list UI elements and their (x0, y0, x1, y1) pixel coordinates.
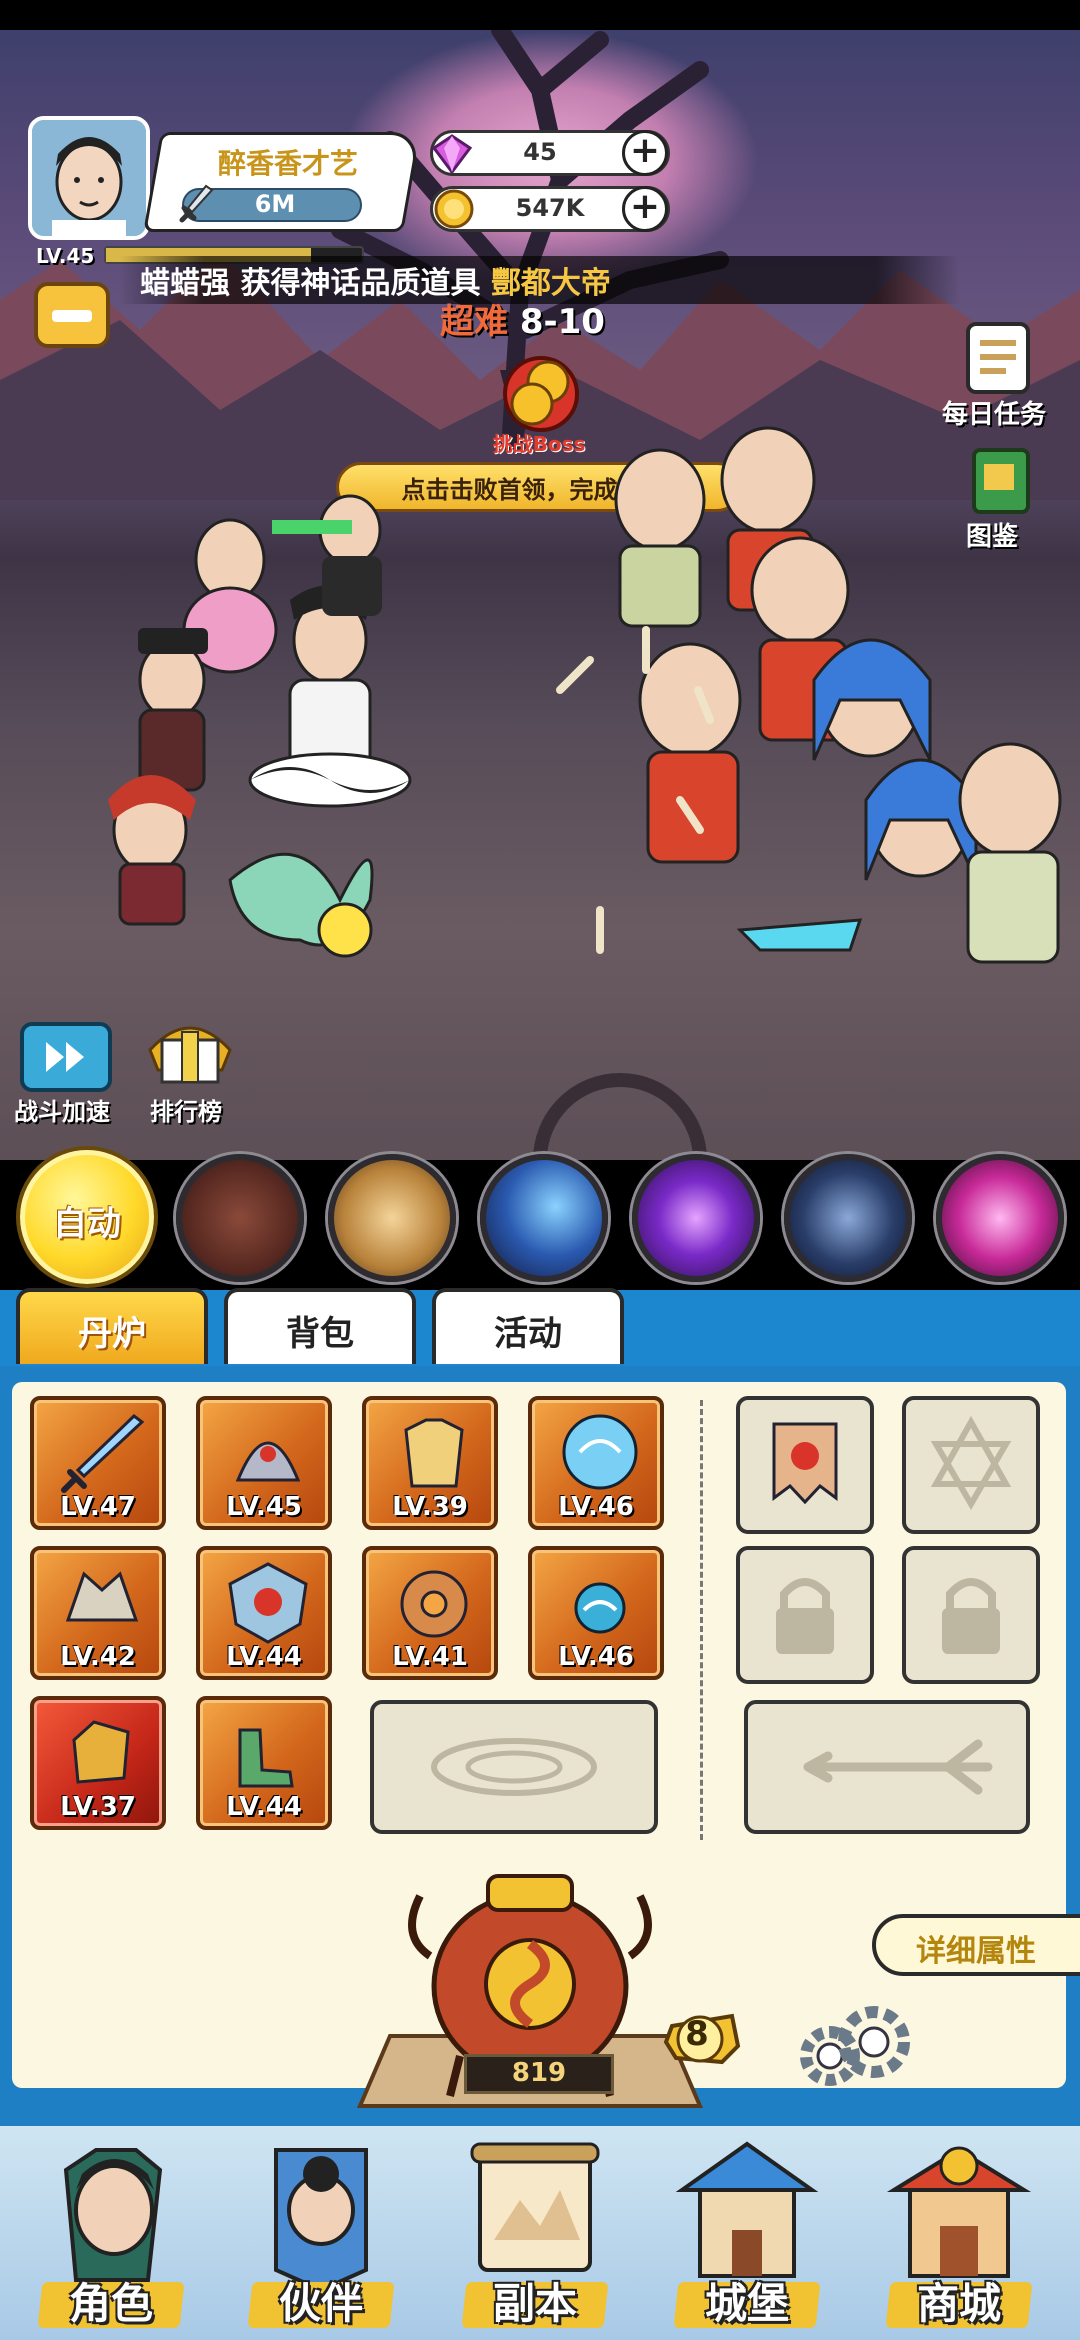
enemy-monks (614, 426, 1062, 964)
nav-partner[interactable]: 伙伴 (226, 2130, 416, 2330)
equip-level: LV.44 (226, 1642, 302, 1672)
game-screen: 醉香香才艺 6M LV.45 45 + 547K + 蜡蜡强 获得神话品质道具 … (0, 0, 1080, 2340)
ally-scholar (138, 628, 208, 792)
tab-furnace-label: 丹炉 (78, 1314, 146, 1354)
nav-dungeon[interactable]: 副本 (440, 2130, 630, 2330)
star-emblem-slot[interactable] (902, 1396, 1040, 1534)
locked-slot[interactable] (736, 1546, 874, 1684)
equip-level: LV.46 (558, 1492, 634, 1522)
battle-speed-label: 战斗加速 (14, 1098, 110, 1126)
blue-comet-skill-icon[interactable] (480, 1154, 608, 1282)
ally-girl (272, 494, 382, 616)
auto-battle-label: 自动 (53, 1204, 121, 1244)
equip-level: LV.45 (226, 1492, 302, 1522)
armor-icon (404, 1418, 464, 1488)
furnace-counter-value: 819 (511, 2058, 567, 2088)
equip-slot-armor[interactable]: LV.39 (362, 1396, 498, 1530)
nav-character[interactable]: 角色 (16, 2130, 206, 2330)
equip-level: LV.44 (226, 1792, 302, 1822)
battle-speed-button[interactable] (20, 1022, 112, 1092)
nav-castle[interactable]: 城堡 (652, 2130, 842, 2330)
equip-slot-water-orb[interactable]: LV.46 (528, 1546, 664, 1680)
equip-level: LV.39 (392, 1492, 468, 1522)
shop-icon (886, 2146, 1032, 2278)
panel-divider (700, 1400, 703, 1840)
leaderboard-label: 排行榜 (150, 1098, 222, 1126)
nav-character-label: 角色 (68, 2279, 153, 2328)
trident-icon (803, 1739, 993, 1795)
fast-forward-icon (46, 1042, 84, 1072)
empty-equipment-slot-ring[interactable] (370, 1700, 658, 1834)
equip-slot-shield[interactable]: LV.44 (196, 1546, 332, 1680)
nav-shop-label: 商城 (916, 2279, 1001, 2328)
equip-slot-gauntlet[interactable]: LV.37 (30, 1696, 166, 1830)
leaderboard-button[interactable] (142, 1010, 238, 1094)
wolf-skill-icon[interactable] (176, 1154, 304, 1282)
nav-dungeon-label: 副本 (492, 2279, 577, 2328)
dungeon-scroll-icon (470, 2142, 600, 2272)
furnace-level: 8 (685, 2014, 709, 2054)
equip-level: LV.37 (60, 1792, 136, 1822)
settings-gear-icon[interactable] (790, 2004, 910, 2094)
detailed-stats-label: 详细属性 (916, 1934, 1036, 1969)
battle-characters (108, 426, 1062, 1160)
equip-level: LV.46 (558, 1642, 634, 1672)
lightning-slab-skill-icon[interactable] (784, 1154, 912, 1282)
equip-slot-jade-ring[interactable]: LV.41 (362, 1546, 498, 1680)
crystal-orb-icon (562, 1414, 638, 1490)
shield-icon (228, 1562, 308, 1644)
weapon-slot-wide[interactable] (744, 1700, 1030, 1834)
equip-level: LV.41 (392, 1642, 468, 1672)
locked-slot[interactable] (902, 1546, 1040, 1684)
hexagram-icon (930, 1415, 1012, 1510)
boots-icon (238, 1728, 294, 1788)
character-icon (63, 2148, 163, 2282)
ally-spirit (228, 852, 374, 958)
tab-events-label: 活动 (494, 1314, 562, 1354)
nav-castle-label: 城堡 (704, 2279, 789, 2328)
lock-icon (942, 1578, 1000, 1654)
banner-icon (772, 1422, 838, 1505)
gauntlet-icon (72, 1720, 130, 1784)
equip-slot-boots[interactable]: LV.44 (196, 1696, 332, 1830)
shoulder-guard-icon (65, 1571, 139, 1622)
broken-wheel (533, 1073, 707, 1160)
jade-ring-icon (400, 1570, 468, 1638)
battle-scene[interactable]: 醉香香才艺 6M LV.45 45 + 547K + 蜡蜡强 获得神话品质道具 … (0, 0, 1080, 1160)
nav-shop[interactable]: 商城 (864, 2130, 1054, 2330)
lock-icon (776, 1578, 834, 1654)
ally-warrior-red (108, 775, 196, 926)
tab-backpack-label: 背包 (286, 1314, 354, 1354)
equip-slot-crystal-orb[interactable]: LV.46 (528, 1396, 664, 1530)
sword-icon (61, 1414, 145, 1493)
pink-spiral-skill-icon[interactable] (936, 1154, 1064, 1282)
equip-slot-shoulder-guard[interactable]: LV.42 (30, 1546, 166, 1680)
helmet-icon (235, 1441, 301, 1482)
partner-icon (274, 2148, 368, 2290)
equip-slot-sword[interactable]: LV.47 (30, 1396, 166, 1530)
equip-level: LV.47 (60, 1492, 136, 1522)
equip-slot-helmet[interactable]: LV.45 (196, 1396, 332, 1530)
rune-circle-icon (431, 1738, 597, 1796)
nav-partner-label: 伙伴 (278, 2279, 363, 2328)
banner-slot[interactable] (736, 1396, 874, 1534)
equip-level: LV.42 (60, 1642, 136, 1672)
castle-icon (675, 2141, 819, 2278)
purple-vortex-skill-icon[interactable] (632, 1154, 760, 1282)
water-orb-icon (574, 1582, 626, 1634)
golden-guardian-skill-icon[interactable] (328, 1154, 456, 1282)
